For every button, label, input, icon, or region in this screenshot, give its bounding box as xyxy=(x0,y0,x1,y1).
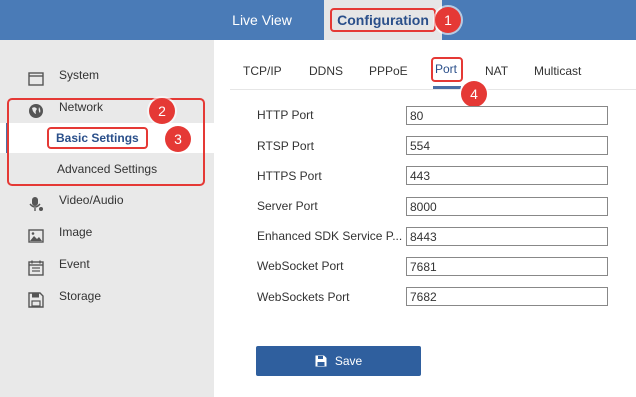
event-icon xyxy=(28,256,44,276)
system-icon xyxy=(28,67,44,86)
tab-live-view[interactable]: Live View xyxy=(214,0,310,40)
tab-nat[interactable]: NAT xyxy=(485,54,508,88)
tabs-divider xyxy=(230,89,636,90)
websocket-port-input[interactable] xyxy=(406,257,608,276)
server-port-input[interactable] xyxy=(406,197,608,216)
websockets-port-input[interactable] xyxy=(406,287,608,306)
tab-pppoe[interactable]: PPPoE xyxy=(369,54,408,88)
tab-ddns[interactable]: DDNS xyxy=(309,54,343,88)
port-tab-highlight-box xyxy=(431,57,463,82)
server-port-label: Server Port xyxy=(257,199,318,213)
sidebar-item-label: Event xyxy=(59,257,90,271)
storage-icon xyxy=(28,288,44,308)
tab-multicast[interactable]: Multicast xyxy=(534,54,581,88)
https-port-label: HTTPS Port xyxy=(257,169,322,183)
sidebar-item-system[interactable]: System xyxy=(0,59,214,91)
microphone-camera-icon xyxy=(28,192,44,211)
sidebar-item-label: Video/Audio xyxy=(59,193,124,207)
http-port-label: HTTP Port xyxy=(257,108,314,122)
annotation-badge-3: 3 xyxy=(165,126,191,152)
annotation-badge-4: 4 xyxy=(461,81,487,107)
annotation-badge-2: 2 xyxy=(149,98,175,124)
sidebar-item-storage[interactable]: Storage xyxy=(0,280,214,312)
top-navigation-bar: Live View Configuration xyxy=(0,0,636,40)
sidebar-item-event[interactable]: Event xyxy=(0,248,214,280)
save-disk-icon xyxy=(315,355,327,367)
save-button[interactable]: Save xyxy=(256,346,421,376)
image-icon xyxy=(28,224,44,243)
tab-configuration-label: Configuration xyxy=(330,8,436,32)
sidebar-item-label: Image xyxy=(59,225,93,239)
rtsp-port-label: RTSP Port xyxy=(257,139,314,153)
sidebar-item-image[interactable]: Image xyxy=(0,216,214,248)
tab-configuration[interactable]: Configuration xyxy=(324,0,442,40)
https-port-input[interactable] xyxy=(406,166,608,185)
sidebar-item-video-audio[interactable]: Video/Audio xyxy=(0,184,214,216)
sidebar-item-label: Storage xyxy=(59,289,102,303)
active-tab-underline xyxy=(433,86,461,89)
annotation-badge-1: 1 xyxy=(435,7,461,33)
rtsp-port-input[interactable] xyxy=(406,136,608,155)
sidebar-item-label: System xyxy=(59,68,100,82)
websockets-port-label: WebSockets Port xyxy=(257,290,350,304)
tab-tcpip[interactable]: TCP/IP xyxy=(243,54,282,88)
enhanced-sdk-service-port-label: Enhanced SDK Service P... xyxy=(257,229,403,243)
save-button-label: Save xyxy=(334,354,363,368)
websocket-port-label: WebSocket Port xyxy=(257,259,344,273)
enhanced-sdk-service-port-input[interactable] xyxy=(406,227,608,246)
http-port-input[interactable] xyxy=(406,106,608,125)
